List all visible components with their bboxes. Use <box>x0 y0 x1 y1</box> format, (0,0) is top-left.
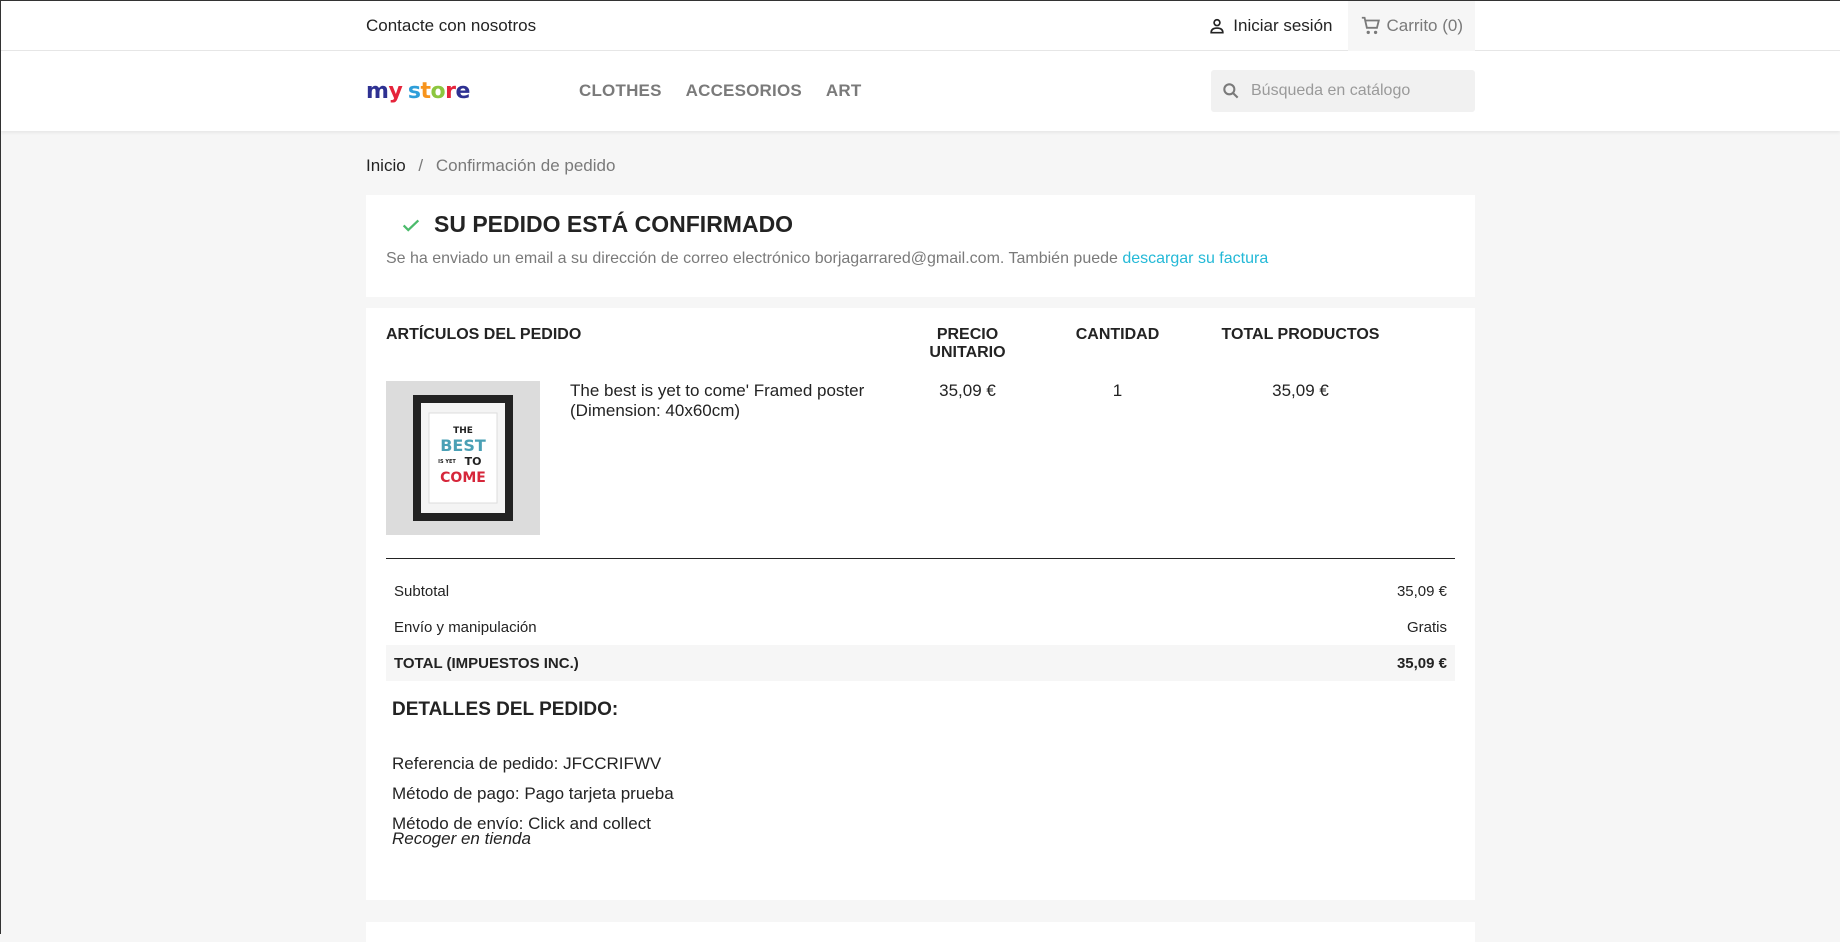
confirmation-title: SU PEDIDO ESTÁ CONFIRMADO <box>400 211 1455 238</box>
nav-accesorios[interactable]: ACCESORIOS <box>686 81 802 101</box>
total-row: TOTAL (IMPUESTOS INC.) 35,09 € <box>386 645 1455 681</box>
shipping-label: Envío y manipulación <box>394 618 537 636</box>
confirmation-card: SU PEDIDO ESTÁ CONFIRMADO Se ha enviado … <box>366 195 1475 297</box>
subtotal-label: Subtotal <box>394 582 450 600</box>
download-invoice-link[interactable]: descargar su factura <box>1122 250 1268 267</box>
breadcrumb-home[interactable]: Inicio <box>366 156 406 175</box>
order-totals: Subtotal 35,09 € Envío y manipulación Gr… <box>386 573 1455 681</box>
search-input[interactable] <box>1249 81 1463 101</box>
order-details: Referencia de pedido: JFCCRIFWV Método d… <box>392 749 1455 849</box>
cart-button[interactable]: Carrito (0) <box>1348 1 1475 51</box>
login-label: Iniciar sesión <box>1233 16 1333 35</box>
product-name[interactable]: The best is yet to come' Framed poster (… <box>570 381 906 561</box>
product-total: 35,09 € <box>1272 381 1329 400</box>
cart-icon <box>1362 16 1381 35</box>
search-box <box>1211 70 1475 112</box>
product-unit-price: 35,09 € <box>939 381 996 400</box>
poster-line-3: IS YET <box>438 459 456 465</box>
header-unit-price: PRECIO UNITARIO <box>929 326 1006 361</box>
order-table-header: ARTÍCULOS DEL PEDIDO PRECIO UNITARIO CAN… <box>386 326 1455 381</box>
user-icon <box>1210 18 1224 34</box>
main-header: my store CLOTHES ACCESORIOS ART <box>1 51 1840 131</box>
header-items: ARTÍCULOS DEL PEDIDO <box>386 326 582 343</box>
shipping-value: Gratis <box>1406 618 1447 636</box>
confirmation-text: Se ha enviado un email a su dirección de… <box>386 250 1455 268</box>
order-card: ARTÍCULOS DEL PEDIDO PRECIO UNITARIO CAN… <box>366 308 1475 900</box>
poster-line-1: THE <box>453 426 473 436</box>
shipping-row: Envío y manipulación Gratis <box>386 609 1455 645</box>
nav-clothes[interactable]: CLOTHES <box>579 81 662 101</box>
login-link[interactable]: Iniciar sesión <box>1207 16 1332 36</box>
order-item-row: THE BEST IS YET TO COME The best is yet … <box>386 381 1455 561</box>
order-details-title: DETALLES DEL PEDIDO: <box>392 699 619 720</box>
search-icon[interactable] <box>1221 81 1241 101</box>
order-reference: Referencia de pedido: JFCCRIFWV <box>392 754 662 773</box>
payment-method: Método de pago: Pago tarjeta prueba <box>392 784 674 803</box>
header-quantity: CANTIDAD <box>1075 326 1160 343</box>
breadcrumb: Inicio / Confirmación de pedido <box>366 156 1475 180</box>
nav-art[interactable]: ART <box>826 81 862 101</box>
poster-line-2: BEST <box>440 436 486 455</box>
poster-line-4: TO <box>465 455 482 468</box>
subtotal-row: Subtotal 35,09 € <box>386 573 1455 609</box>
poster-line-5: COME <box>440 470 486 486</box>
product-quantity: 1 <box>1112 381 1123 400</box>
header-total: TOTAL PRODUCTOS <box>1221 326 1380 343</box>
total-label: TOTAL (IMPUESTOS INC.) <box>394 654 579 672</box>
next-section-card <box>366 922 1475 942</box>
cart-label: Carrito (0) <box>1386 16 1463 35</box>
contact-link[interactable]: Contacte con nosotros <box>366 16 536 36</box>
check-icon <box>402 219 420 232</box>
confirmation-message: Se ha enviado un email a su dirección de… <box>386 250 1123 267</box>
breadcrumb-current: Confirmación de pedido <box>435 156 616 175</box>
store-logo[interactable]: my store <box>366 78 470 104</box>
main-nav: CLOTHES ACCESORIOS ART <box>579 81 885 101</box>
confirmation-title-text: SU PEDIDO ESTÁ CONFIRMADO <box>434 211 794 237</box>
total-value: 35,09 € <box>1396 654 1447 672</box>
product-image[interactable]: THE BEST IS YET TO COME <box>386 381 540 535</box>
top-bar: Contacte con nosotros Iniciar sesión Car… <box>1 0 1840 51</box>
breadcrumb-separator: / <box>418 156 424 175</box>
subtotal-value: 35,09 € <box>1396 582 1447 600</box>
poster-image: THE BEST IS YET TO COME <box>413 395 513 521</box>
